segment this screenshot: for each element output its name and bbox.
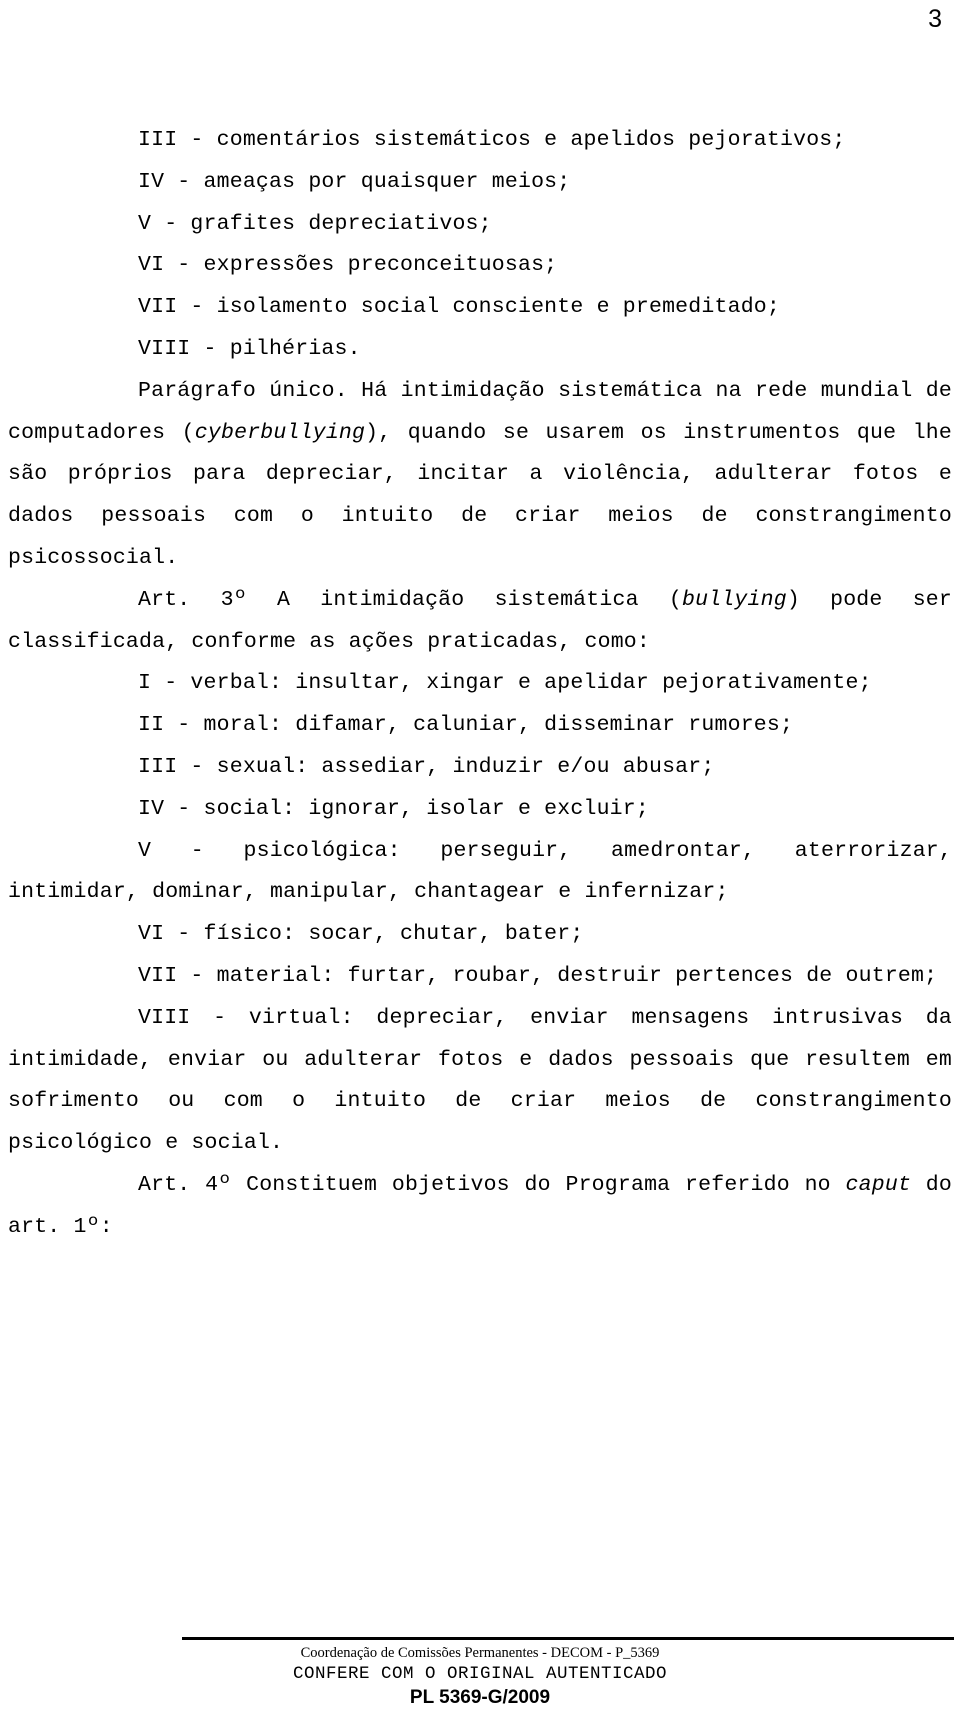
emphasized-term: bullying [681,587,787,612]
document-page: 3 III - comentários sistemáticos e apeli… [0,0,960,1714]
paragraph-item-iv: IV - ameaças por quaisquer meios; [138,169,571,194]
page-footer: Coordenação de Comissões Permanentes - D… [0,1644,960,1710]
emphasized-term: cyberbullying [194,420,366,445]
paragraph-art3-item-viii: VIII - virtual: depreciar, enviar mensag… [8,1005,952,1156]
footer-coordination-line: Coordenação de Comissões Permanentes - D… [300,1645,660,1661]
paragraph-item-vii: VII - isolamento social consciente e pre… [138,295,781,320]
paragraph-item-vi: VI - expressões preconceituosas; [138,253,558,278]
paragraph-art3-item-iv: IV - social: ignorar, isolar e excluir; [138,796,649,821]
page-number: 3 [928,5,942,33]
paragraph-art3-item-vi: VI - físico: socar, chutar, bater; [138,922,584,947]
emphasized-term: caput [845,1172,912,1197]
paragraph-item-viii: VIII - pilhérias. [138,336,361,361]
paragraph-item-v: V - grafites depreciativos; [138,211,492,236]
paragraph-art-4: Art. 4º Constituem objetivos do Programa… [8,1172,952,1239]
footer-authentication-line: CONFERE COM O ORIGINAL AUTENTICADO [292,1664,668,1684]
paragraph-art-3: Art. 3º A intimidação sistemática (bully… [8,587,952,654]
document-body: III - comentários sistemáticos e apelido… [8,120,952,1249]
footer-bill-number: PL 5369-G/2009 [409,1687,551,1708]
footer-divider [182,1637,954,1640]
paragraph-art3-item-iii: III - sexual: assediar, induzir e/ou abu… [138,754,715,779]
paragraph-art3-item-i: I - verbal: insultar, xingar e apelidar … [138,671,872,696]
paragraph-art3-item-v: V - psicológica: perseguir, amedrontar, … [8,838,952,905]
paragraph-item-iii: III - comentários sistemáticos e apelido… [138,128,846,152]
paragraph-art3-item-vii: VII - material: furtar, roubar, destruir… [138,963,938,988]
paragraph-art3-item-ii: II - moral: difamar, caluniar, dissemina… [138,713,794,738]
paragraph-paragrafo-unico: Parágrafo único. Há intimidação sistemát… [8,378,953,570]
